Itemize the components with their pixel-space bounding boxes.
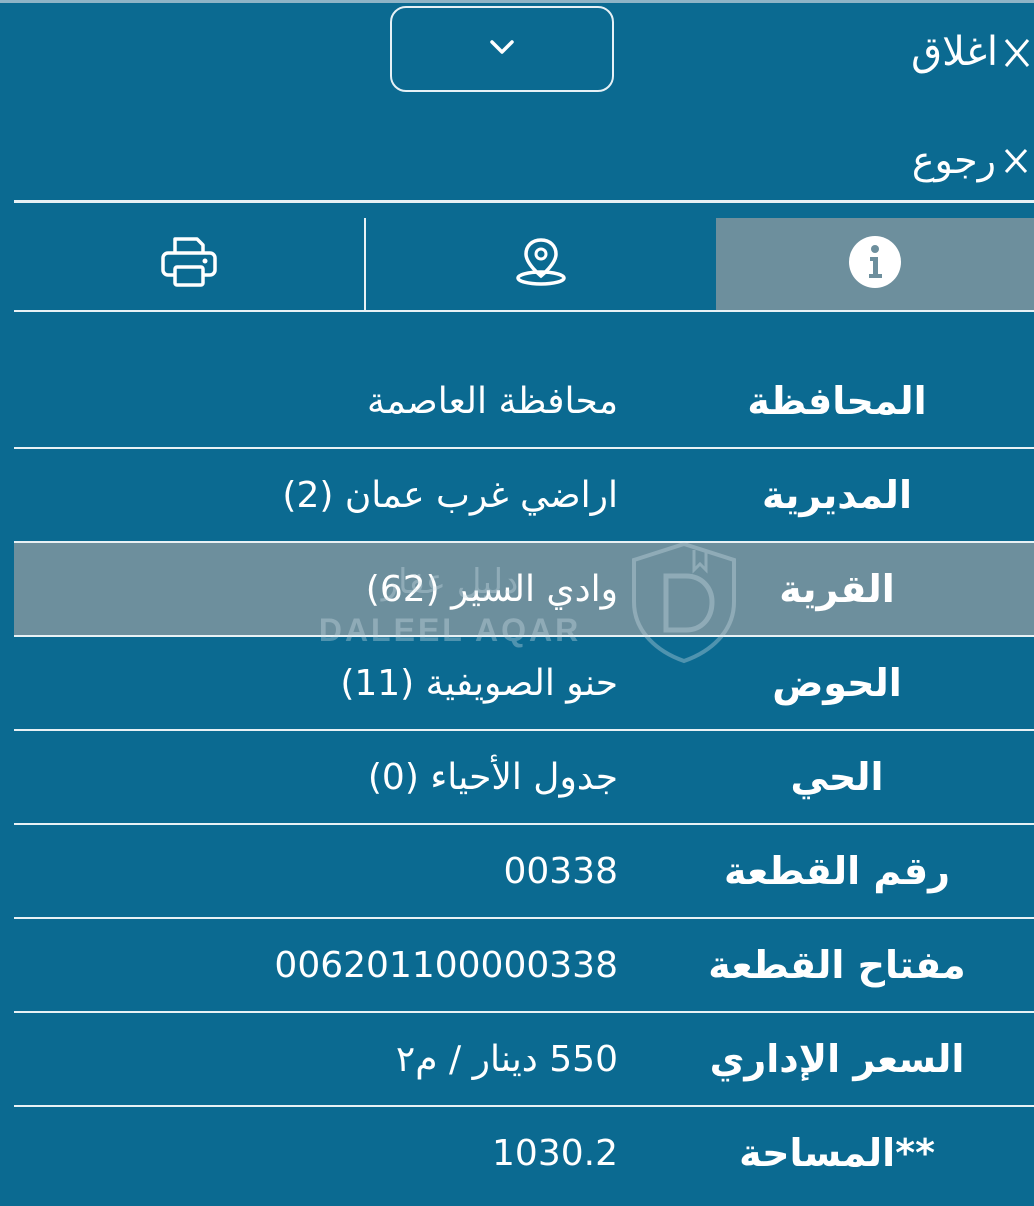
table-row-neighborhood: الحي جدول الأحياء (0) xyxy=(14,731,1034,825)
row-value: حنو الصويفية (11) xyxy=(340,662,618,704)
table-row-plot-key: مفتاح القطعة 006201100000338 xyxy=(14,919,1034,1013)
row-label: الحوض xyxy=(772,661,902,705)
table-row-governorate: المحافظة محافظة العاصمة xyxy=(14,355,1034,449)
row-label: رقم القطعة xyxy=(724,849,950,893)
location-pin-icon xyxy=(514,236,568,292)
info-icon xyxy=(847,234,903,294)
table-row-village: القرية وادي السير (62) xyxy=(14,543,1034,637)
back-link[interactable]: رجوع xyxy=(912,130,1034,190)
property-info-table: المحافظة محافظة العاصمة المديرية اراضي غ… xyxy=(14,355,1034,1201)
row-label: مفتاح القطعة xyxy=(708,943,966,987)
row-value: وادي السير (62) xyxy=(365,568,618,610)
row-label: المحافظة xyxy=(747,379,927,423)
row-label: المديرية xyxy=(762,473,912,517)
header-divider xyxy=(14,200,1034,203)
tab-print[interactable] xyxy=(14,218,366,310)
row-value: 1030.2 xyxy=(492,1132,618,1174)
tab-bar xyxy=(14,218,1034,310)
row-label: السعر الإداري xyxy=(709,1037,965,1081)
table-row-admin-price: السعر الإداري 550 دينار / م٢ xyxy=(14,1013,1034,1107)
row-label: **المساحة xyxy=(739,1131,935,1175)
table-row-directorate: المديرية اراضي غرب عمان (2) xyxy=(14,449,1034,543)
row-value: 006201100000338 xyxy=(274,944,618,986)
row-value: 00338 xyxy=(503,850,618,892)
row-label: القرية xyxy=(779,567,895,611)
printer-icon xyxy=(159,235,219,293)
dropdown-toggle-button[interactable] xyxy=(390,6,614,92)
back-icon xyxy=(1000,140,1034,180)
table-row-area: **المساحة 1030.2 xyxy=(14,1107,1034,1201)
row-value: 550 دينار / م٢ xyxy=(395,1038,618,1080)
top-edge xyxy=(0,0,1034,3)
table-row-basin: الحوض حنو الصويفية (11) xyxy=(14,637,1034,731)
tab-location[interactable] xyxy=(366,218,716,310)
row-value: محافظة العاصمة xyxy=(367,380,618,422)
property-info-page: اغلاق رجوع المحافظة محافظة العاصمة المدي… xyxy=(0,0,1034,1206)
tab-info[interactable] xyxy=(716,218,1034,310)
close-link[interactable]: اغلاق xyxy=(911,22,1034,82)
close-label: اغلاق xyxy=(911,29,998,75)
close-icon xyxy=(1000,32,1034,72)
row-value: جدول الأحياء (0) xyxy=(367,756,618,798)
row-value: اراضي غرب عمان (2) xyxy=(282,474,618,516)
back-label: رجوع xyxy=(911,138,996,182)
table-row-plot-number: رقم القطعة 00338 xyxy=(14,825,1034,919)
chevron-down-icon xyxy=(488,38,516,60)
row-label: الحي xyxy=(790,755,884,799)
tabs-underline xyxy=(14,310,1034,312)
